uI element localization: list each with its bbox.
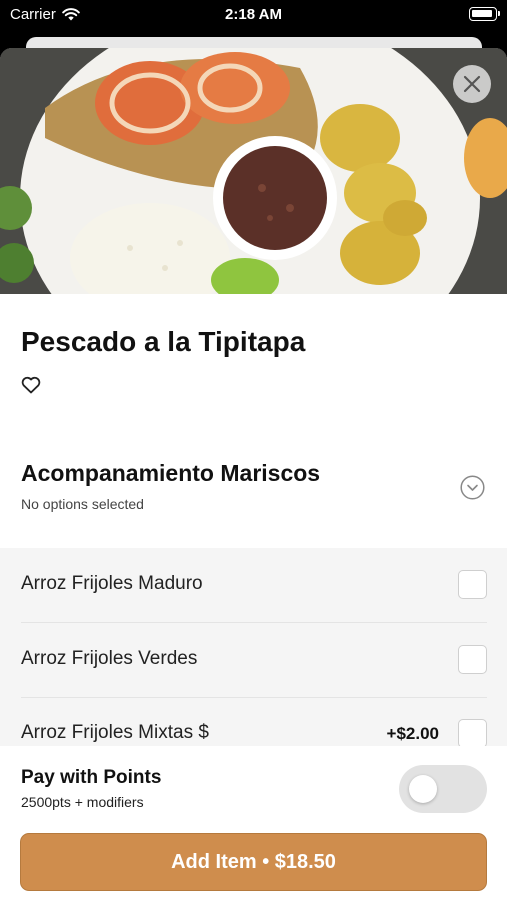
option-label: Arroz Frijoles Maduro xyxy=(21,573,203,594)
status-bar: Carrier 2:18 AM xyxy=(0,0,507,30)
modifier-group-title: Acompanamiento Mariscos xyxy=(21,460,321,486)
close-icon xyxy=(463,75,481,93)
option-checkbox[interactable] xyxy=(458,719,487,748)
dish-photo xyxy=(0,48,507,294)
add-item-label: Add Item • $18.50 xyxy=(171,850,336,873)
close-button[interactable] xyxy=(453,65,491,103)
chevron-down-circle-icon[interactable] xyxy=(460,475,485,500)
option-row[interactable]: Arroz Frijoles Maduro xyxy=(0,548,507,623)
item-title: Pescado a la Tipitapa xyxy=(21,326,306,357)
option-checkbox[interactable] xyxy=(458,645,487,674)
modifier-options-list: Arroz Frijoles Maduro Arroz Frijoles Ver… xyxy=(0,548,507,748)
add-item-button[interactable]: Add Item • $18.50 xyxy=(20,833,487,891)
points-cost: 2500pts + modifiers xyxy=(21,794,144,810)
pay-with-points-label: Pay with Points xyxy=(21,767,162,788)
item-detail-sheet: Pescado a la Tipitapa Acompanamiento Mar… xyxy=(0,48,507,900)
option-row[interactable]: Arroz Frijoles Verdes xyxy=(0,623,507,698)
modifier-group-status: No options selected xyxy=(21,496,144,512)
clock: 2:18 AM xyxy=(225,6,282,23)
battery-icon xyxy=(469,7,500,21)
checkout-footer: Pay with Points 2500pts + modifiers Add … xyxy=(0,746,507,900)
option-checkbox[interactable] xyxy=(458,570,487,599)
pay-with-points-toggle[interactable] xyxy=(399,765,487,813)
option-label: Arroz Frijoles Mixtas $ xyxy=(21,722,209,743)
option-label: Arroz Frijoles Verdes xyxy=(21,648,198,669)
option-price: +$2.00 xyxy=(386,724,439,743)
heart-outline-icon[interactable] xyxy=(21,376,41,394)
toggle-knob xyxy=(409,775,437,803)
